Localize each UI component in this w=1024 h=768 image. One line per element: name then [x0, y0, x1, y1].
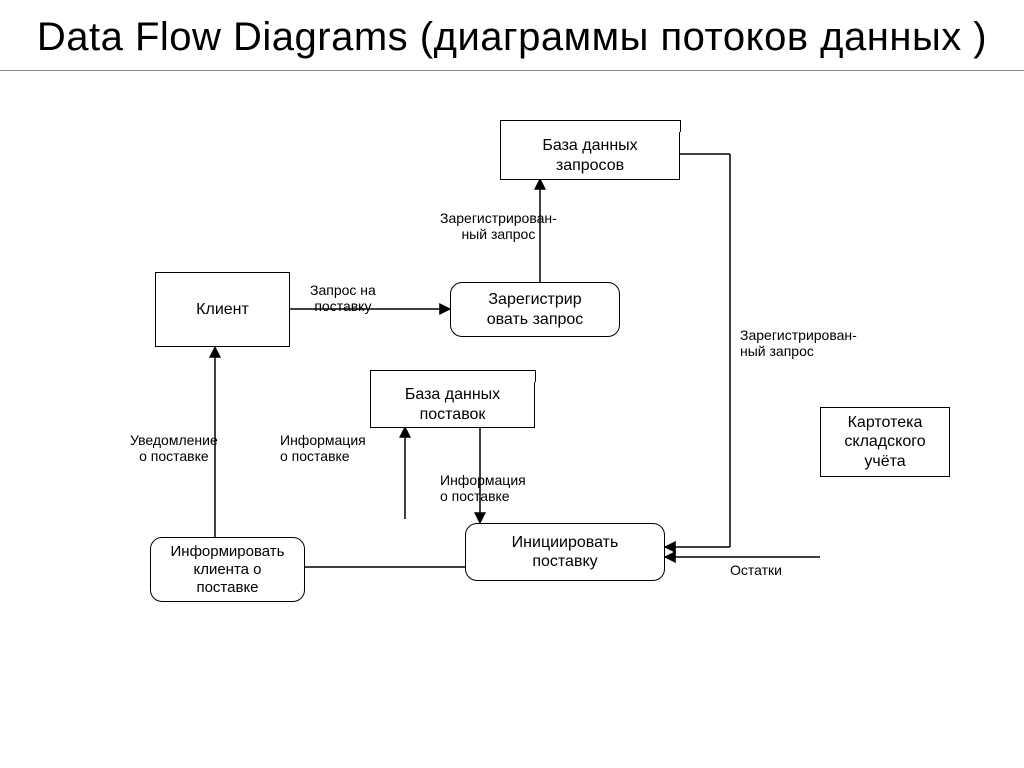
- process-inform-client: Информировать клиента о поставке: [150, 537, 305, 602]
- entity-client-label: Клиент: [196, 300, 249, 319]
- flow-label-registered-request-up: Зарегистрирован- ный запрос: [440, 210, 557, 242]
- process-register-request: Зарегистрир овать запрос: [450, 282, 620, 337]
- entity-stock-card-label: Картотека складского учёта: [844, 413, 925, 471]
- process-inform-client-label: Информировать клиента о поставке: [171, 543, 285, 597]
- process-init-shipment-label: Инициировать поставку: [512, 533, 619, 571]
- flow-label-leftovers: Остатки: [730, 562, 782, 578]
- process-init-shipment: Инициировать поставку: [465, 523, 665, 581]
- entity-client: Клиент: [155, 272, 290, 347]
- divider: [0, 70, 1024, 71]
- store-db-shipments: База данных поставок: [370, 382, 535, 428]
- process-register-request-label: Зарегистрир овать запрос: [487, 290, 584, 328]
- flow-label-info-shipment-up: Информация о поставке: [280, 432, 366, 464]
- flow-label-request-for-shipment: Запрос на поставку: [310, 282, 376, 314]
- diagram-canvas: Клиент База данных запросов Зарегистрир …: [0, 77, 1024, 717]
- flow-label-info-shipment-down: Информация о поставке: [440, 472, 526, 504]
- flow-label-notify-shipment: Уведомление о поставке: [130, 432, 218, 464]
- store-db-requests-label: База данных запросов: [542, 136, 637, 174]
- entity-stock-card: Картотека складского учёта: [820, 407, 950, 477]
- store-db-shipments-label: База данных поставок: [405, 385, 500, 423]
- store-db-requests: База данных запросов: [500, 132, 680, 180]
- page-title: Data Flow Diagrams (диаграммы потоков да…: [0, 0, 1024, 70]
- flow-label-registered-request-right: Зарегистрирован- ный запрос: [740, 327, 857, 359]
